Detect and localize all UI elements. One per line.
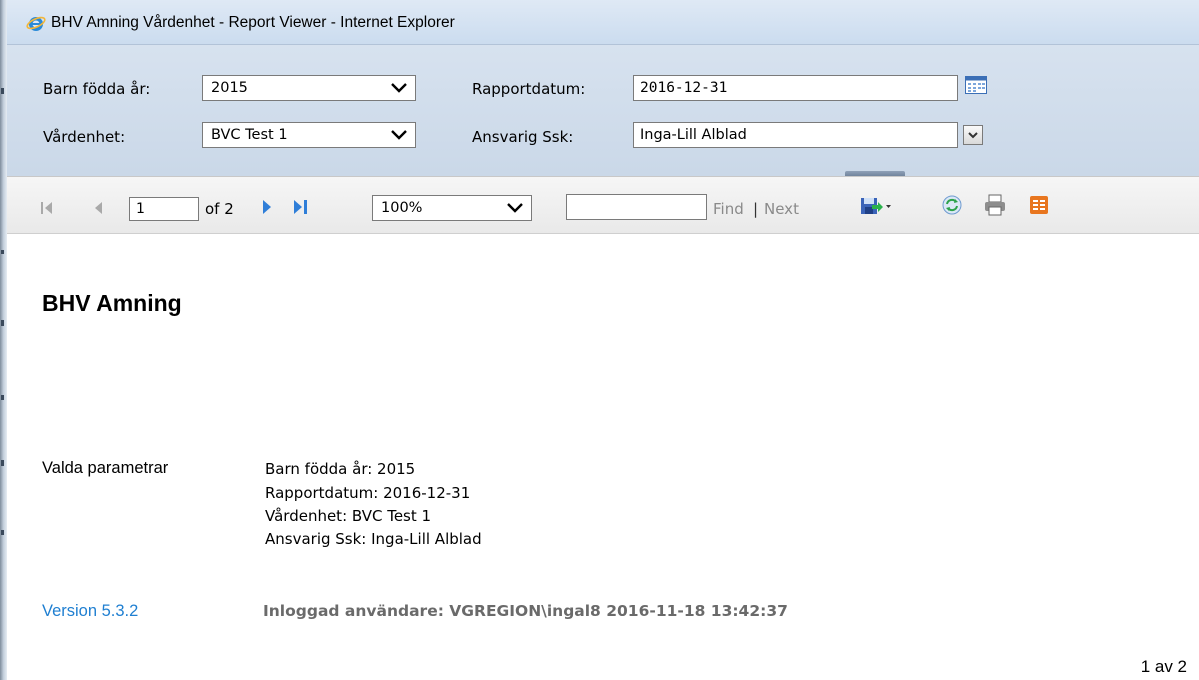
last-page-icon[interactable] [293,199,309,215]
chevron-down-icon [391,130,407,140]
ansvarig-ssk-input[interactable]: Inga-Lill Alblad [633,122,958,148]
window-titlebar: BHV Amning Vårdenhet - Report Viewer - I… [7,0,1199,44]
param-line: Ansvarig Ssk: Inga-Lill Alblad [265,530,482,548]
logged-in-user-text: Inloggad användare: VGREGION\ingal8 2016… [263,602,788,620]
refresh-icon[interactable] [941,194,963,216]
edge-mark [1,88,4,94]
edge-mark [1,530,4,535]
barn-fodda-ar-label: Barn födda år: [43,80,151,98]
previous-page-icon[interactable] [92,201,104,215]
barn-fodda-ar-value: 2015 [211,80,248,96]
report-page-count: 1 av 2 [1140,657,1187,676]
vardenhet-value: BVC Test 1 [211,127,288,143]
next-page-icon[interactable] [261,199,273,215]
window-left-edge [0,0,7,680]
current-page-value: 1 [136,201,145,217]
barn-fodda-ar-select[interactable]: 2015 [202,75,416,101]
export-icon[interactable] [860,195,892,217]
zoom-select[interactable]: 100% [372,195,532,221]
ansvarig-ssk-value: Inga-Lill Alblad [640,127,747,143]
parameters-panel: Barn födda år: 2015 Rapportdatum: 2016-1… [7,44,1199,185]
find-separator: | [753,200,759,218]
page-number-input[interactable]: 1 [129,197,199,221]
chevron-down-icon [968,132,978,139]
vardenhet-label: Vårdenhet: [43,128,126,146]
edge-mark [1,320,4,326]
param-line: Rapportdatum: 2016-12-31 [265,484,471,502]
rapportdatum-label: Rapportdatum: [472,80,586,98]
ansvarig-ssk-dropdown-button[interactable] [963,125,983,145]
edge-mark [1,395,4,400]
first-page-icon[interactable] [40,201,54,215]
zoom-value: 100% [381,200,423,216]
find-link[interactable]: Find [713,200,744,218]
version-label: Version 5.3.2 [42,602,139,620]
find-text-input[interactable] [566,194,707,220]
chevron-down-icon [507,203,523,213]
valda-parametrar-label: Valda parametrar [42,459,169,477]
data-feed-icon[interactable] [1029,195,1049,215]
param-line: Vårdenhet: BVC Test 1 [265,507,432,525]
internet-explorer-icon [26,16,46,31]
next-link[interactable]: Next [764,200,799,218]
ansvarig-ssk-label: Ansvarig Ssk: [472,128,574,146]
edge-mark [1,250,4,254]
window-title: BHV Amning Vårdenhet - Report Viewer - I… [51,14,455,31]
rapportdatum-value: 2016-12-31 [640,80,728,96]
calendar-icon[interactable] [965,76,987,94]
rapportdatum-input[interactable]: 2016-12-31 [633,75,958,101]
report-title: BHV Amning [42,290,182,316]
print-icon[interactable] [983,194,1007,216]
report-toolbar: 1 of 2 100% Find | Next [7,176,1199,234]
param-line: Barn födda år: 2015 [265,460,416,478]
vardenhet-select[interactable]: BVC Test 1 [202,122,416,148]
report-body: BHV Amning Valda parametrar Barn födda å… [7,234,1199,680]
page-count-label: of 2 [205,200,234,218]
edge-mark [1,460,4,466]
chevron-down-icon [391,83,407,93]
